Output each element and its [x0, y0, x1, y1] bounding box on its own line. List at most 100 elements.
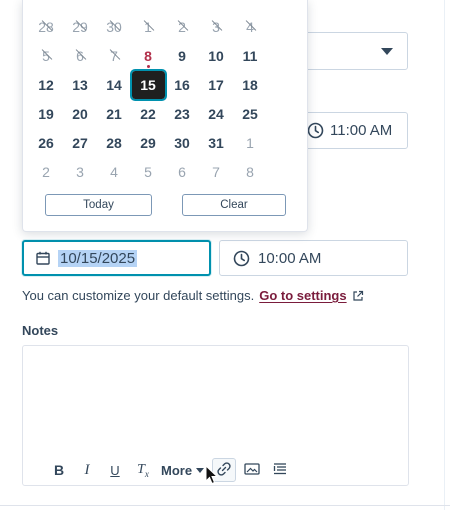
calendar-day-number: 2: [178, 18, 186, 35]
calendar-day[interactable]: 4: [97, 157, 131, 186]
calendar-day[interactable]: 1: [233, 128, 267, 157]
image-icon: [244, 462, 260, 479]
today-button[interactable]: Today: [45, 194, 152, 216]
calendar-day-number: 17: [208, 76, 224, 93]
calendar-day[interactable]: 17: [199, 70, 233, 99]
calendar-day[interactable]: 5: [131, 157, 165, 186]
calendar-day-number: 5: [144, 163, 152, 180]
calendar-week-row: 2 3 4 5 6 7 8: [29, 157, 303, 186]
calendar-day-number: 5: [42, 47, 50, 64]
calendar-day-number: 23: [174, 105, 190, 122]
calendar-day[interactable]: 11: [233, 41, 267, 70]
calendar-day-number: 27: [72, 134, 88, 151]
calendar-day-number: 29: [72, 18, 88, 35]
calendar-day[interactable]: 12: [29, 70, 63, 99]
calendar-day-number: 28: [38, 18, 54, 35]
clear-format-sub: x: [144, 468, 149, 479]
calendar-day[interactable]: 22: [131, 99, 165, 128]
calendar-day-number: 28: [106, 134, 122, 151]
italic-button[interactable]: I: [75, 458, 99, 482]
calendar-day: 3: [199, 12, 233, 41]
calendar-day-number: 20: [72, 105, 88, 122]
calendar-day[interactable]: 8: [233, 157, 267, 186]
calendar-day[interactable]: 2: [29, 157, 63, 186]
mouse-pointer-icon: [205, 464, 219, 490]
calendar-day[interactable]: 19: [29, 99, 63, 128]
calendar-day[interactable]: 9: [165, 41, 199, 70]
calendar-grid: 28 29 30 1 2 3 4 5 6 7 8 9 10 11 12 13 14 15 16 17 18 19 20 21 2…: [29, 12, 303, 186]
calendar-day[interactable]: 13: [63, 70, 97, 99]
calendar-day-number: 4: [110, 163, 118, 180]
start-time-value: 10:00 AM: [258, 249, 322, 267]
clear-formatting-button[interactable]: Tx: [131, 458, 155, 482]
calendar-day[interactable]: 21: [97, 99, 131, 128]
calendar-day-number: 15: [129, 68, 167, 101]
calendar-day-number: 3: [212, 18, 220, 35]
settings-hint: You can customize your default settings.…: [22, 288, 364, 303]
calendar-day[interactable]: 31: [199, 128, 233, 157]
calendar-week-row: 5 6 7 8 9 10 11: [29, 41, 303, 70]
calendar-day: 28: [29, 12, 63, 41]
calendar-day-number: 13: [72, 76, 88, 93]
start-date-input[interactable]: 10/15/2025: [22, 240, 211, 276]
calendar-day-number: 21: [106, 105, 122, 122]
more-dropdown-button[interactable]: More: [161, 458, 205, 482]
today-indicator-dot: [147, 65, 150, 68]
end-time-value: 11:00 AM: [330, 122, 393, 139]
calendar-day-number: 11: [242, 47, 258, 64]
calendar-day[interactable]: 25: [233, 99, 267, 128]
calendar-day[interactable]: 18: [233, 70, 267, 99]
go-to-settings-link[interactable]: Go to settings: [259, 288, 346, 303]
calendar-day-number: 8: [246, 163, 254, 180]
calendar-day[interactable]: 23: [165, 99, 199, 128]
footer-divider: [0, 505, 450, 506]
calendar-day-selected[interactable]: 15: [129, 68, 167, 101]
caret-down-icon: [381, 48, 393, 55]
calendar-day-number: 7: [212, 163, 220, 180]
external-link-icon[interactable]: [352, 290, 364, 302]
calendar-day-number: 16: [174, 76, 190, 93]
calendar-day[interactable]: 6: [165, 157, 199, 186]
calendar-day[interactable]: 7: [199, 157, 233, 186]
rich-text-toolbar: B I U Tx More: [47, 458, 296, 482]
calendar-week-row: 19 20 21 22 23 24 25: [29, 99, 303, 128]
calendar-day: 6: [63, 41, 97, 70]
underline-button[interactable]: U: [103, 458, 127, 482]
clear-button[interactable]: Clear: [182, 194, 286, 216]
clock-icon: [307, 122, 324, 139]
calendar-day: 2: [165, 12, 199, 41]
calendar-day[interactable]: 28: [97, 128, 131, 157]
calendar-day-number: 14: [106, 76, 122, 93]
insert-image-button[interactable]: [240, 458, 264, 482]
calendar-day: 4: [233, 12, 267, 41]
calendar-day-number: 24: [208, 105, 224, 122]
insert-signature-button[interactable]: [268, 458, 292, 482]
calendar-day-number: 29: [140, 134, 156, 151]
date-picker-popup: 28 29 30 1 2 3 4 5 6 7 8 9 10 11 12 13 14 15 16 17 18 19 20 21 2…: [22, 0, 308, 232]
calendar-day-number: 31: [208, 134, 224, 151]
calendar-day[interactable]: 10: [199, 41, 233, 70]
clear-formatting-icon: Tx: [137, 462, 149, 479]
calendar-day[interactable]: 26: [29, 128, 63, 157]
calendar-week-row: 28 29 30 1 2 3 4: [29, 12, 303, 41]
calendar-day-number: 7: [110, 47, 118, 64]
hint-text: You can customize your default settings.: [22, 288, 255, 303]
calendar-day[interactable]: 20: [63, 99, 97, 128]
clock-icon: [233, 250, 250, 267]
calendar-day-today[interactable]: 8: [131, 41, 165, 70]
notes-label: Notes: [22, 323, 59, 338]
calendar-day[interactable]: 14: [97, 70, 131, 99]
calendar-icon: [36, 251, 50, 265]
calendar-day[interactable]: 24: [199, 99, 233, 128]
calendar-day-number: 18: [242, 76, 258, 93]
calendar-day[interactable]: 16: [165, 70, 199, 99]
calendar-day-number: 1: [144, 18, 152, 35]
start-time-input[interactable]: 10:00 AM: [219, 240, 408, 276]
calendar-day[interactable]: 30: [165, 128, 199, 157]
bold-button[interactable]: B: [47, 458, 71, 482]
caret-down-icon: [196, 467, 205, 473]
calendar-day[interactable]: 27: [63, 128, 97, 157]
calendar-day[interactable]: 29: [131, 128, 165, 157]
calendar-day[interactable]: 3: [63, 157, 97, 186]
calendar-day-number: 8: [144, 47, 152, 64]
